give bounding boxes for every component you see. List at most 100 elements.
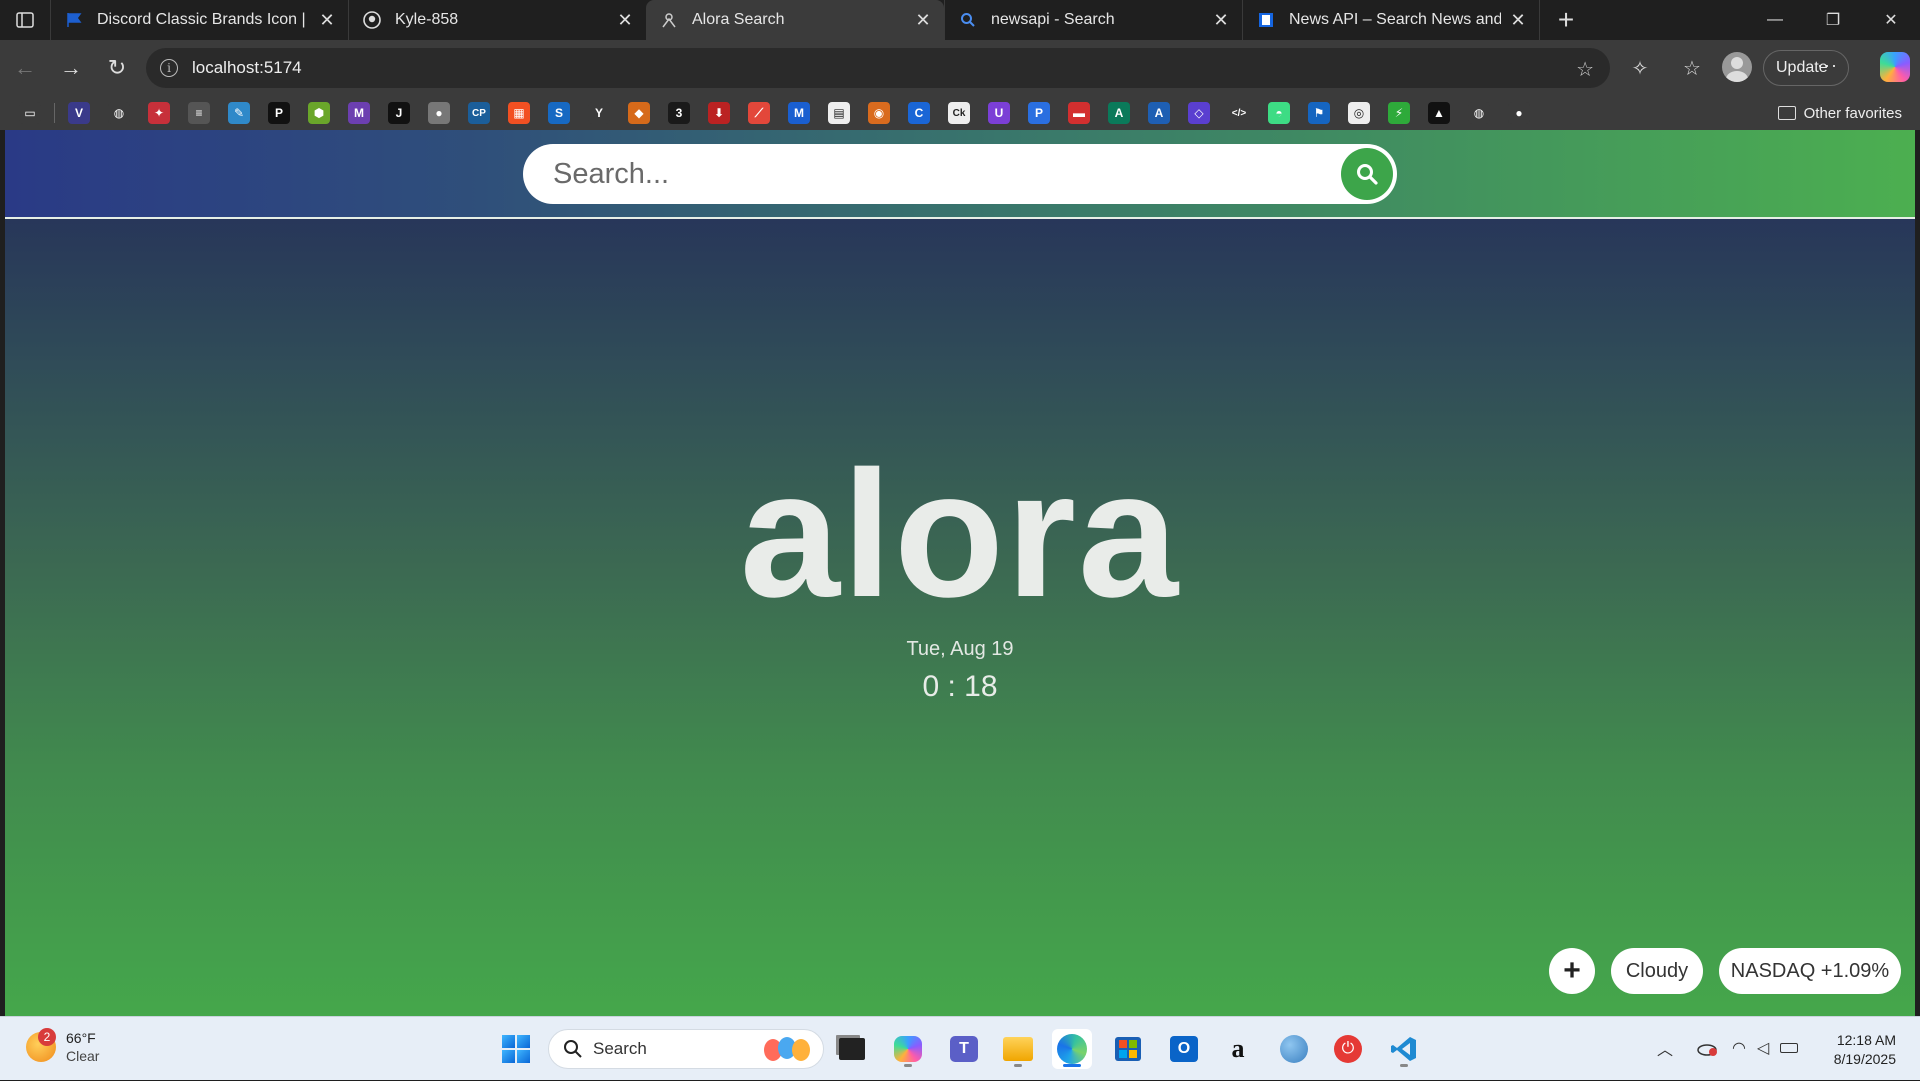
close-icon[interactable]: ✕ — [1509, 11, 1527, 29]
globe2-icon[interactable]: ◍ — [1468, 102, 1490, 124]
favorites-icon[interactable]: ☆ — [1674, 48, 1710, 88]
a-blue-icon[interactable]: A — [1148, 102, 1170, 124]
microsoft-store-icon[interactable] — [1108, 1029, 1148, 1069]
taskbar-search[interactable]: Search — [548, 1029, 824, 1069]
onedrive-icon[interactable] — [1696, 1037, 1718, 1059]
refresh-button[interactable]: ↻ — [94, 48, 140, 88]
chevron-up-icon[interactable]: ︿ — [1654, 1037, 1676, 1059]
u-icon[interactable]: U — [988, 102, 1010, 124]
triangle-icon[interactable]: ▲ — [1428, 102, 1450, 124]
flag-icon[interactable]: ⚑ — [1308, 102, 1330, 124]
pdf-icon[interactable]: ▬ — [1068, 102, 1090, 124]
three-icon[interactable]: 3 — [668, 102, 690, 124]
page-header — [5, 130, 1915, 219]
tab-actions-icon[interactable] — [0, 0, 50, 40]
ck-icon[interactable]: Ck — [948, 102, 970, 124]
github-icon[interactable]: ● — [1508, 102, 1530, 124]
android-icon[interactable]: ◓ — [1268, 102, 1290, 124]
producthunt-icon[interactable]: P — [268, 102, 290, 124]
search-input[interactable] — [553, 157, 1313, 191]
cp-icon[interactable]: CP — [468, 102, 490, 124]
tab-github[interactable]: Kyle-858 ✕ — [348, 0, 646, 40]
profile-avatar[interactable] — [1722, 52, 1752, 82]
copilot-taskbar-icon[interactable] — [888, 1029, 928, 1069]
add-widget-button[interactable]: + — [1549, 948, 1595, 994]
stock-widget[interactable]: NASDAQ +1.09% — [1719, 948, 1901, 994]
github-icon — [363, 11, 381, 29]
globe-icon[interactable]: ◍ — [108, 102, 130, 124]
a-green-icon[interactable]: A — [1108, 102, 1130, 124]
copilot-icon[interactable] — [1880, 52, 1910, 82]
close-icon[interactable]: ✕ — [616, 11, 634, 29]
tab-title: News API – Search News and Blog — [1289, 11, 1501, 28]
mega-icon[interactable]: M — [788, 102, 810, 124]
fox-icon[interactable]: ◆ — [628, 102, 650, 124]
tab-discord[interactable]: Discord Classic Brands Icon | Font ✕ — [50, 0, 348, 40]
update-button[interactable]: Update ··· — [1763, 50, 1849, 86]
weather-temp: 66°F — [66, 1030, 96, 1046]
download-icon[interactable]: ⬇ — [708, 102, 730, 124]
j-icon[interactable]: J — [388, 102, 410, 124]
code-icon[interactable]: </> — [1228, 102, 1250, 124]
globe-settings-icon[interactable] — [1274, 1029, 1314, 1069]
tab-newsapi-search[interactable]: newsapi - Search ✕ — [944, 0, 1242, 40]
bolt-icon[interactable]: ⚡ — [1388, 102, 1410, 124]
new-tab-button[interactable]: + — [1546, 0, 1586, 40]
microsoft-icon[interactable]: ▦ — [508, 102, 530, 124]
page-icon[interactable]: ▤ — [828, 102, 850, 124]
m-icon[interactable]: M — [348, 102, 370, 124]
p-blue-icon[interactable]: P — [1028, 102, 1050, 124]
file-explorer-icon[interactable] — [998, 1029, 1038, 1069]
search-button[interactable] — [1341, 148, 1393, 200]
c-icon[interactable]: C — [908, 102, 930, 124]
battery-icon[interactable] — [1778, 1037, 1800, 1059]
running-indicator — [1063, 1064, 1081, 1067]
volume-icon[interactable]: ◁ — [1752, 1037, 1774, 1059]
outlook-icon[interactable]: O — [1164, 1029, 1204, 1069]
code-purple-icon[interactable]: ◇ — [1188, 102, 1210, 124]
owl-icon[interactable]: ◉ — [868, 102, 890, 124]
circle-icon[interactable]: ◎ — [1348, 102, 1370, 124]
tool-icon[interactable]: ⬢ — [308, 102, 330, 124]
more-icon[interactable]: ··· — [1817, 55, 1838, 76]
tab-title: Alora Search — [692, 11, 785, 28]
taskbar-clock[interactable]: 12:18 AM 8/19/2025 — [1834, 1031, 1896, 1069]
weather-taskbar[interactable]: 2 66°F Clear — [26, 1028, 99, 1065]
puzzle-icon[interactable]: ✦ — [148, 102, 170, 124]
ollie-icon[interactable]: ● — [428, 102, 450, 124]
flame-icon[interactable]: ⟋ — [748, 102, 770, 124]
minimize-icon[interactable]: — — [1746, 0, 1804, 40]
tab-newsapi[interactable]: News API – Search News and Blog ✕ — [1242, 0, 1540, 40]
doc-icon[interactable]: ≡ — [188, 102, 210, 124]
forward-button[interactable]: → — [48, 48, 94, 88]
address-bar[interactable]: i localhost:5174 ☆ — [146, 48, 1610, 88]
close-icon[interactable]: ✕ — [318, 11, 336, 29]
tab-alora-search[interactable]: Alora Search ✕ — [646, 0, 944, 40]
wifi-icon[interactable]: ◠ — [1728, 1037, 1750, 1059]
amazon-icon[interactable]: a — [1218, 1029, 1258, 1069]
tab-title: newsapi - Search — [991, 11, 1115, 28]
tab-strip: Discord Classic Brands Icon | Font ✕ Kyl… — [0, 0, 1920, 40]
weather-widget[interactable]: Cloudy — [1611, 948, 1703, 994]
running-indicator — [904, 1064, 912, 1067]
y-icon[interactable]: Y — [588, 102, 610, 124]
other-favorites[interactable]: Other favorites — [1777, 96, 1902, 130]
close-window-icon[interactable]: ✕ — [1862, 0, 1920, 40]
edge-icon[interactable] — [1052, 1029, 1092, 1069]
draw-icon[interactable]: ✎ — [228, 102, 250, 124]
close-icon[interactable]: ✕ — [1212, 11, 1230, 29]
red-app-icon[interactable]: ⏻ — [1328, 1029, 1368, 1069]
start-button[interactable] — [496, 1029, 536, 1069]
task-view-icon[interactable] — [832, 1029, 872, 1069]
close-icon[interactable]: ✕ — [914, 11, 932, 29]
restore-icon[interactable]: ❐ — [1804, 0, 1862, 40]
extensions-icon[interactable]: ✧ — [1622, 48, 1658, 88]
favorite-star-icon[interactable]: ☆ — [1576, 57, 1594, 82]
back-button[interactable]: ← — [2, 48, 48, 88]
ticket-icon[interactable]: ▭ — [19, 102, 41, 124]
vscode-icon[interactable] — [1384, 1029, 1424, 1069]
s-icon[interactable]: S — [548, 102, 570, 124]
vivaldi-icon[interactable]: V — [68, 102, 90, 124]
info-icon[interactable]: i — [160, 59, 178, 77]
teams-icon[interactable]: T — [944, 1029, 984, 1069]
